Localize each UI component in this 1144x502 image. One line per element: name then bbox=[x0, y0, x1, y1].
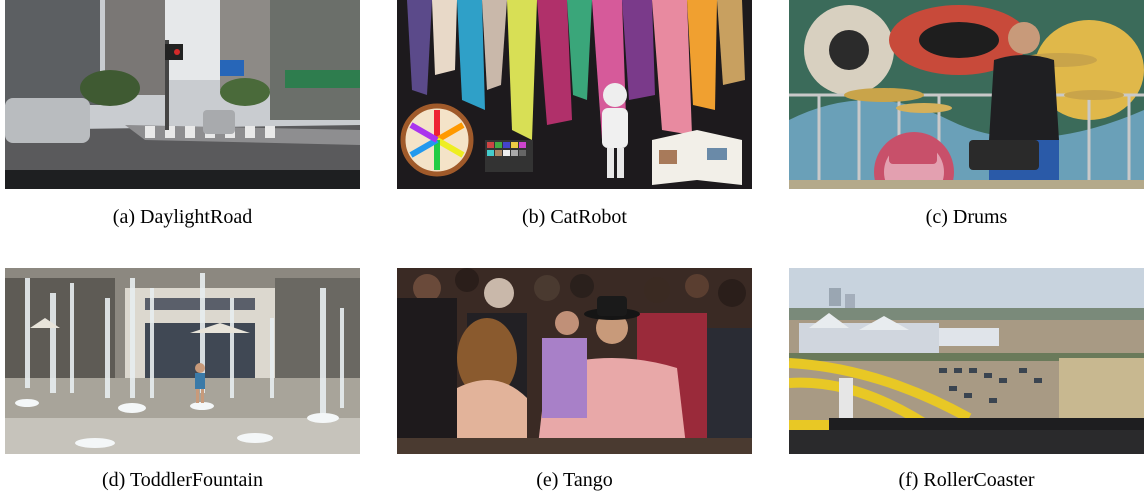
drums-image bbox=[789, 0, 1144, 189]
daylightroad-image bbox=[5, 0, 360, 189]
panel-drums: (c) Drums bbox=[789, 0, 1144, 228]
caption-daylightroad: (a) DaylightRoad bbox=[112, 206, 253, 228]
panel-tango: (e) Tango bbox=[397, 268, 752, 491]
caption-catrobot: (b) CatRobot bbox=[522, 206, 627, 228]
panel-rollercoaster: (f) RollerCoaster bbox=[789, 268, 1144, 491]
catrobot-image bbox=[397, 0, 752, 189]
rollercoaster-image bbox=[789, 268, 1144, 454]
panel-daylightroad: (a) DaylightRoad bbox=[5, 0, 360, 228]
panel-catrobot: (b) CatRobot bbox=[397, 0, 752, 228]
toddlerfountain-image bbox=[5, 268, 360, 454]
caption-rollercoaster: (f) RollerCoaster bbox=[898, 469, 1035, 491]
caption-drums: (c) Drums bbox=[925, 206, 1008, 228]
caption-toddlerfountain: (d) ToddlerFountain bbox=[102, 469, 263, 491]
tango-image bbox=[397, 268, 752, 454]
caption-tango: (e) Tango bbox=[536, 469, 613, 491]
panel-toddlerfountain: (d) ToddlerFountain bbox=[5, 268, 360, 491]
